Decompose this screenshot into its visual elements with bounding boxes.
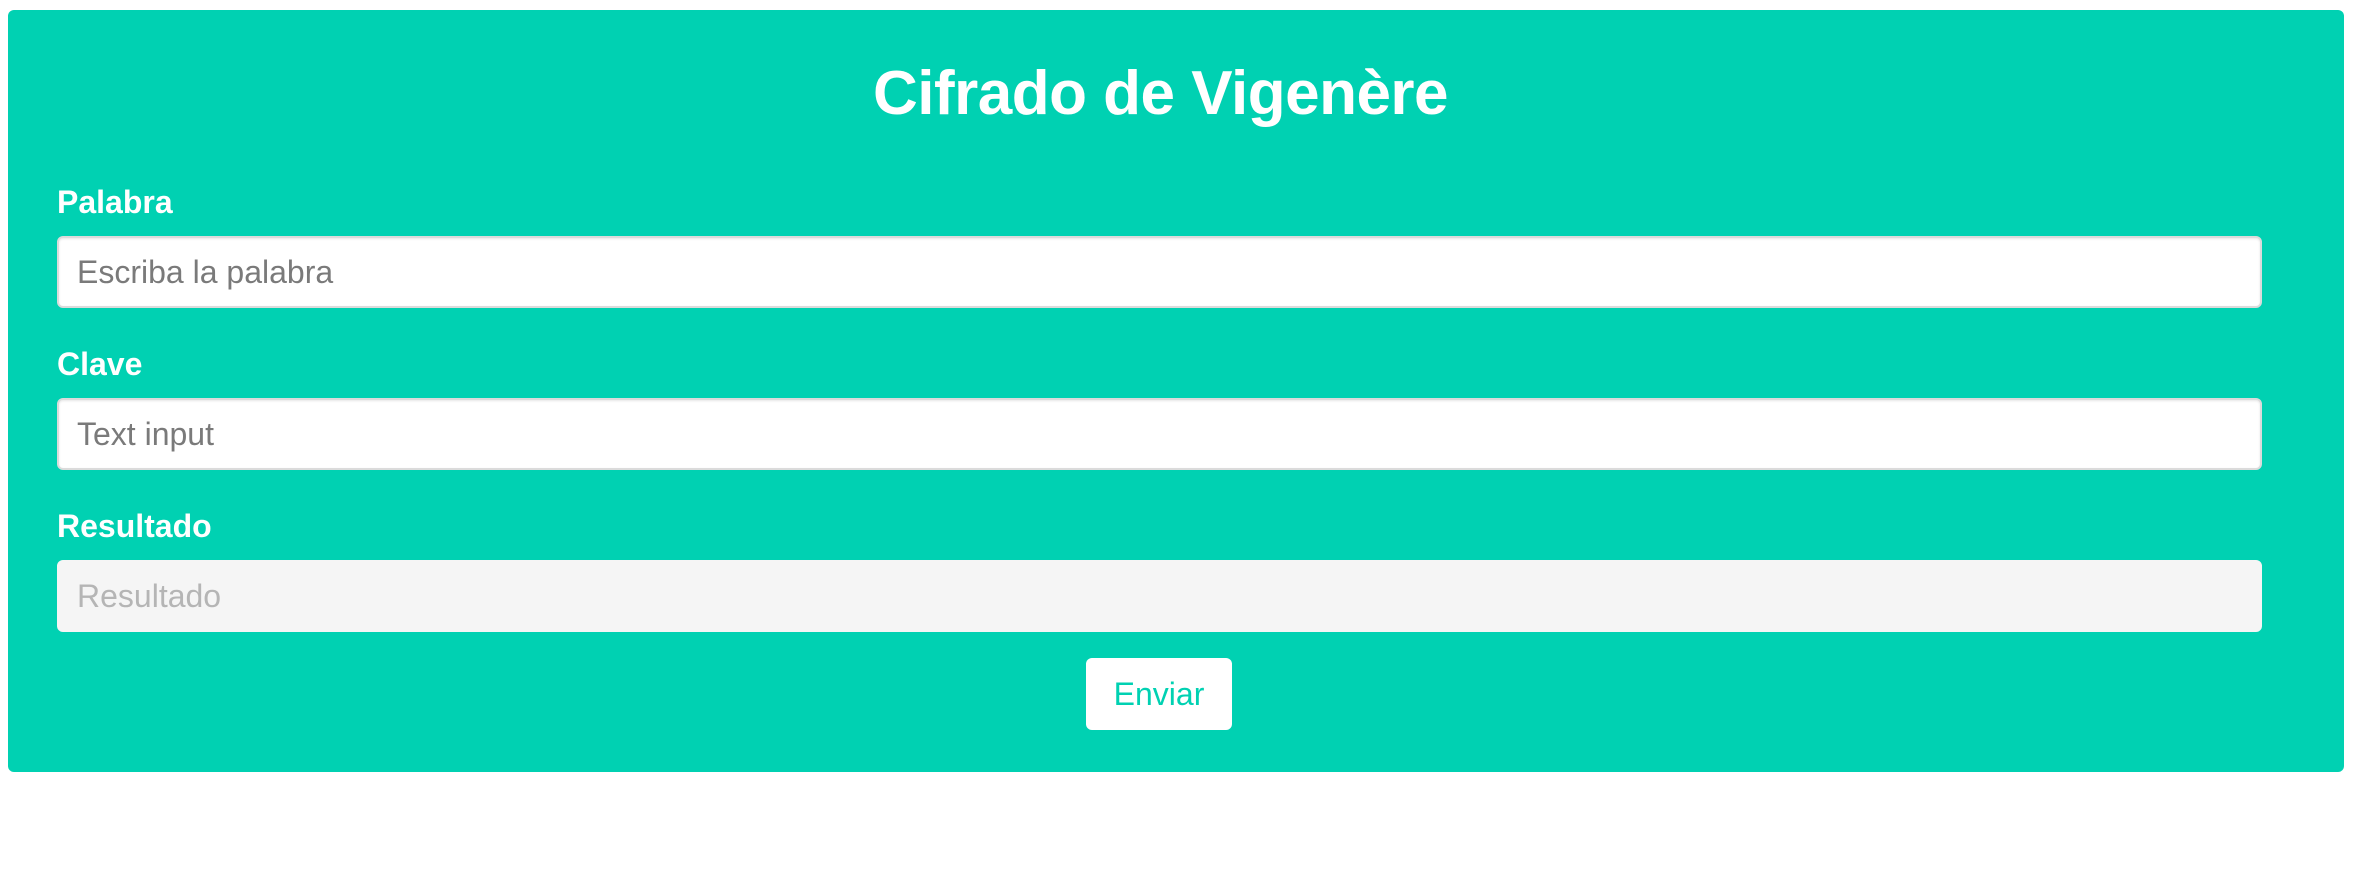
cipher-panel: Cifrado de Vigenère Palabra Clave Result… — [8, 10, 2344, 772]
resultado-output — [57, 560, 2262, 632]
enviar-button[interactable]: Enviar — [1086, 658, 1232, 730]
clave-label: Clave — [57, 346, 143, 382]
palabra-label: Palabra — [57, 184, 173, 220]
palabra-input[interactable] — [57, 236, 2262, 308]
page-title: Cifrado de Vigenère — [872, 59, 1449, 128]
resultado-label: Resultado — [57, 508, 212, 544]
clave-input[interactable] — [57, 398, 2262, 470]
